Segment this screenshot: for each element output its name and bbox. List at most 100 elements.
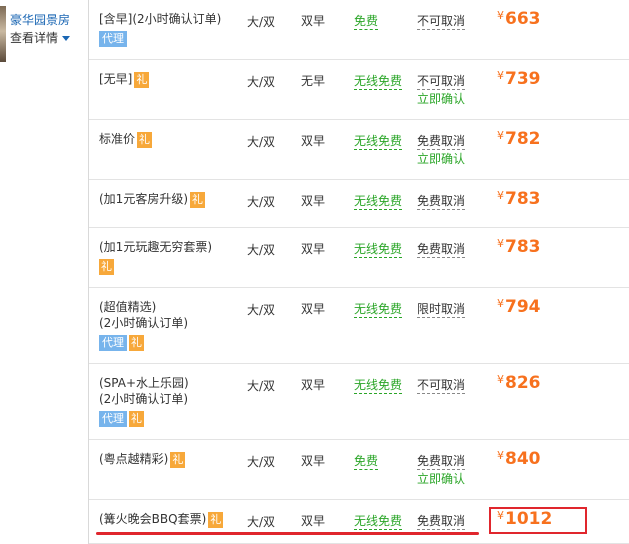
breakfast: 双早 — [301, 14, 326, 28]
internet-cell: 无线免费 — [354, 288, 403, 318]
cancel-policy[interactable]: 免费取消 — [417, 514, 466, 530]
price-cell: ¥783 — [497, 228, 541, 257]
internet-cell: 无线免费 — [354, 364, 403, 394]
cancel-policy[interactable]: 不可取消 — [417, 14, 466, 30]
price-cell: ¥783 — [497, 180, 541, 209]
cancel-policy-cell: 免费取消 立即确认 — [417, 440, 466, 488]
rate-plan-name-line: [无早] 礼 — [99, 71, 239, 88]
rate-plan-table: [含早](2小时确认订单) 代理 大/双 双早 免费 不可取消 ¥663 [无早] 礼大/双 无早… — [89, 0, 629, 544]
price-cell: ¥739 — [497, 60, 541, 89]
currency-symbol: ¥ — [497, 129, 504, 142]
gift-badge[interactable]: 礼 — [208, 511, 224, 528]
rate-plan-name-line: (篝火晚会BBQ套票) 礼 — [99, 511, 239, 528]
internet-info[interactable]: 无线免费 — [354, 134, 403, 150]
instant-confirm: 立即确认 — [417, 472, 466, 486]
agent-badge[interactable]: 代理 — [99, 30, 127, 47]
internet-info[interactable]: 无线免费 — [354, 74, 403, 90]
cancel-policy[interactable]: 免费取消 — [417, 134, 466, 150]
price-cell: ¥826 — [497, 364, 541, 393]
rate-row: (SPA+水上乐园) (2小时确认订单) 代理礼 大/双 双早 无线免费 不可取消 ¥826 — [89, 364, 629, 440]
internet-info[interactable]: 无线免费 — [354, 378, 403, 394]
rate-plan-name-line: (SPA+水上乐园) — [99, 376, 189, 390]
breakfast: 双早 — [301, 514, 326, 528]
internet-cell: 免费 — [354, 0, 379, 30]
cancel-policy-cell: 免费取消 — [417, 180, 466, 210]
cancel-policy-cell: 免费取消 — [417, 500, 466, 530]
breakfast: 双早 — [301, 378, 326, 392]
currency-symbol: ¥ — [497, 69, 504, 82]
price-amount: 782 — [505, 129, 541, 149]
gift-badge[interactable]: 礼 — [99, 258, 114, 275]
price-amount: 739 — [505, 69, 541, 89]
internet-cell: 无线免费 — [354, 500, 403, 530]
rate-plan-name: (篝火晚会BBQ套票) 礼 — [99, 500, 239, 528]
breakfast: 双早 — [301, 134, 326, 148]
rate-row: 标准价礼大/双 双早 无线免费 免费取消 立即确认 ¥782 — [89, 120, 629, 180]
internet-info[interactable]: 无线免费 — [354, 302, 403, 318]
rate-plan-name-line: (加1元客房升级) 礼 — [99, 191, 239, 208]
internet-info[interactable]: 免费 — [354, 14, 379, 30]
rate-row: (粤点越精彩) 礼大/双 双早 免费 免费取消 立即确认 ¥840 — [89, 440, 629, 500]
cancel-policy[interactable]: 限时取消 — [417, 302, 466, 318]
price-highlight-box — [489, 507, 587, 534]
cancel-policy[interactable]: 不可取消 — [417, 378, 466, 394]
internet-info[interactable]: 无线免费 — [354, 514, 403, 530]
internet-cell: 无线免费 — [354, 180, 403, 210]
internet-cell: 无线免费 — [354, 228, 403, 258]
room-info-column: 豪华园景房 查看详情 — [0, 0, 89, 544]
breakfast: 无早 — [301, 74, 326, 88]
gift-badge[interactable]: 礼 — [190, 191, 205, 208]
cancel-policy[interactable]: 不可取消 — [417, 74, 466, 90]
price-amount: 794 — [505, 297, 541, 317]
cancel-policy[interactable]: 免费取消 — [417, 242, 466, 258]
bed-type: 大/双 — [247, 455, 276, 469]
breakfast: 双早 — [301, 302, 326, 316]
price-amount: 826 — [505, 373, 541, 393]
cancel-policy[interactable]: 免费取消 — [417, 194, 466, 210]
gift-badge[interactable]: 礼 — [170, 451, 186, 468]
cancel-policy-cell: 不可取消 — [417, 0, 466, 30]
currency-symbol: ¥ — [497, 449, 504, 462]
rate-plan-name-line: (2小时确认订单) — [99, 392, 188, 406]
chevron-down-icon — [62, 36, 71, 41]
cancel-policy-cell: 免费取消 — [417, 228, 466, 258]
bed-type: 大/双 — [247, 195, 276, 209]
currency-symbol: ¥ — [497, 373, 504, 386]
room-detail-toggle[interactable]: 查看详情 — [10, 29, 71, 46]
cancel-policy-cell: 免费取消 立即确认 — [417, 120, 466, 168]
rate-tags: 代理礼 — [99, 334, 239, 351]
bed-type: 大/双 — [247, 243, 276, 257]
agent-badge[interactable]: 代理 — [99, 410, 127, 427]
instant-confirm: 立即确认 — [417, 92, 466, 106]
rate-plan-name-line: (加1元玩趣无穷套票) — [99, 240, 212, 254]
rate-plan-name-text: 标准价 — [99, 132, 136, 146]
gift-badge[interactable]: 礼 — [137, 131, 153, 148]
room-detail-label: 查看详情 — [10, 31, 59, 45]
breakfast: 双早 — [301, 242, 326, 256]
internet-cell: 无线免费 — [354, 120, 403, 150]
currency-symbol: ¥ — [497, 189, 504, 202]
internet-cell: 无线免费 — [354, 60, 403, 90]
gift-badge[interactable]: 礼 — [129, 334, 144, 351]
room-thumbnail[interactable] — [0, 6, 6, 62]
breakfast: 双早 — [301, 454, 326, 468]
agent-badge[interactable]: 代理 — [99, 334, 127, 351]
rate-row: [含早](2小时确认订单) 代理 大/双 双早 免费 不可取消 ¥663 — [89, 0, 629, 60]
rate-plan-name: (加1元玩趣无穷套票) 礼 — [99, 228, 239, 275]
internet-info[interactable]: 无线免费 — [354, 242, 403, 258]
gift-badge[interactable]: 礼 — [129, 410, 144, 427]
price-amount: 783 — [505, 237, 541, 257]
bed-type: 大/双 — [247, 515, 276, 529]
price-amount: 783 — [505, 189, 541, 209]
price-amount: 663 — [505, 9, 541, 29]
internet-info[interactable]: 无线免费 — [354, 194, 403, 210]
rate-row: (加1元客房升级) 礼大/双 双早 无线免费 免费取消 ¥783 — [89, 180, 629, 228]
room-name-link[interactable]: 豪华园景房 — [10, 11, 70, 28]
rate-plan-name-line: (粤点越精彩) 礼 — [99, 451, 239, 468]
gift-badge[interactable]: 礼 — [134, 71, 150, 88]
cancel-policy[interactable]: 免费取消 — [417, 454, 466, 470]
internet-info[interactable]: 免费 — [354, 454, 379, 470]
rate-plan-name-line: (2小时确认订单) — [99, 316, 188, 330]
internet-cell: 免费 — [354, 440, 379, 470]
row-highlight-underline — [96, 532, 479, 535]
